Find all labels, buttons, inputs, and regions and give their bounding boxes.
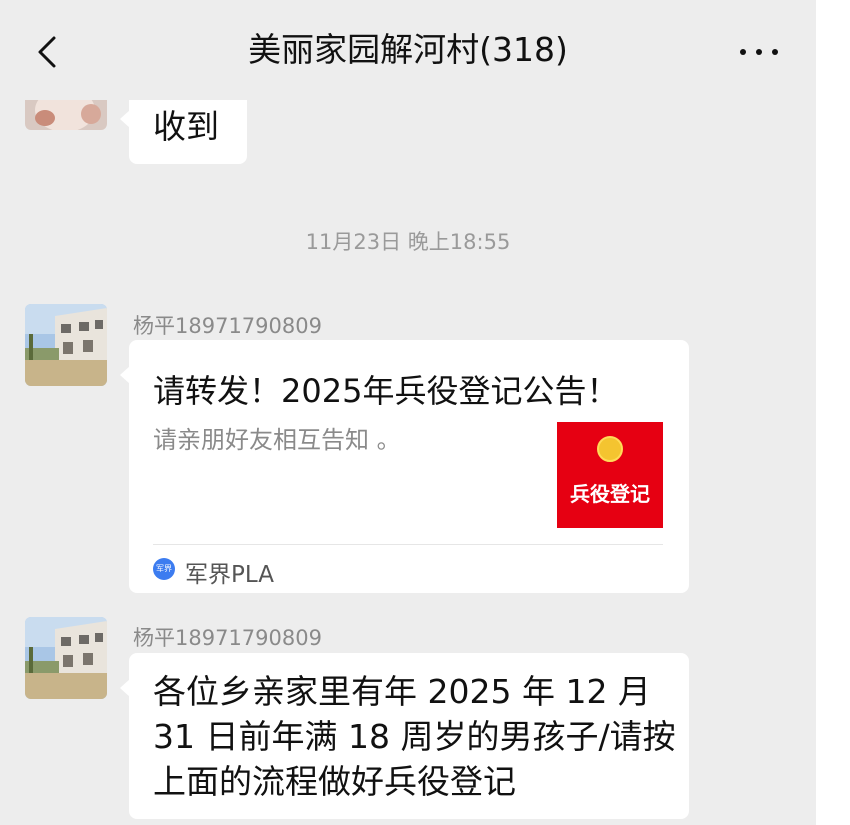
card-divider (153, 544, 663, 545)
sender-name: 杨平18971790809 (133, 314, 322, 338)
sender-name: 杨平18971790809 (133, 626, 322, 650)
message-timestamp: 11月23日 晚上18:55 (305, 230, 511, 254)
link-card[interactable]: 请转发！2025年兵役登记公告！ 请亲朋好友相互告知 。 兵役登记 军界 军界P… (120, 340, 689, 593)
more-icon-dot (772, 49, 778, 55)
message-text-body: 各位乡亲家里有年 2025 年 12 月 31 日前年满 18 周岁的男孩子/请… (153, 669, 676, 804)
card-source-name: 军界PLA (185, 562, 274, 588)
message-line: 31 日前年满 18 周岁的男孩子/请按 (153, 717, 676, 756)
bubble-tail (120, 110, 130, 128)
source-logo-icon: 军界 (153, 558, 175, 580)
national-emblem-icon (597, 436, 623, 462)
message-bubble-first[interactable]: 收到 (120, 90, 247, 164)
chat-title: 美丽家园解河村(318) (248, 30, 568, 69)
more-icon-dot (740, 49, 746, 55)
card-thumbnail: 兵役登记 (557, 422, 663, 528)
chevron-left-icon (38, 36, 56, 68)
more-options-button[interactable] (736, 32, 782, 72)
card-description: 请亲朋好友相互告知 。 (153, 426, 401, 454)
chat-screen: 收到 美丽家园解河村(318) 11月23日 晚上18:55 杨平1897179… (0, 0, 816, 825)
avatar-sender[interactable] (25, 304, 107, 386)
message-line: 上面的流程做好兵役登记 (153, 762, 516, 801)
house-photo-avatar (25, 617, 107, 699)
avatar-sender[interactable] (25, 617, 107, 699)
bubble-tail (120, 366, 130, 384)
bubble-tail (120, 679, 130, 697)
card-title: 请转发！2025年兵役登记公告！ (153, 372, 619, 410)
more-icon-dot (756, 49, 762, 55)
message-bubble-text[interactable]: 各位乡亲家里有年 2025 年 12 月 31 日前年满 18 周岁的男孩子/请… (120, 653, 689, 819)
message-text-first: 收到 (153, 107, 219, 146)
thumbnail-text: 兵役登记 (570, 482, 650, 506)
right-edge-margin (816, 0, 850, 825)
back-button[interactable] (30, 32, 70, 72)
house-photo-avatar (25, 304, 107, 386)
chat-header: 美丽家园解河村(318) (0, 0, 816, 100)
message-line: 各位乡亲家里有年 2025 年 12 月 (153, 672, 651, 711)
